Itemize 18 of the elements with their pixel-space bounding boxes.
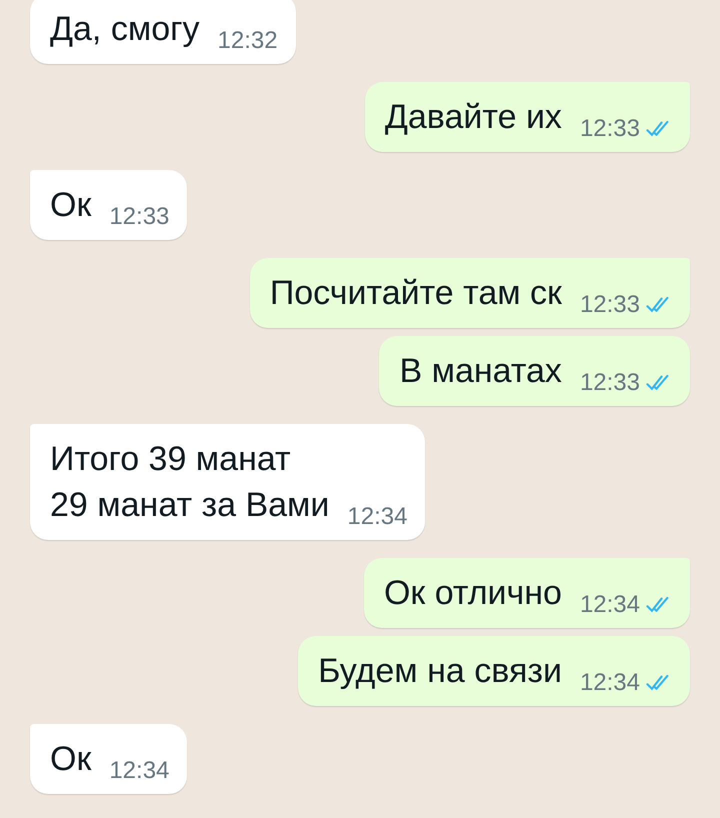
message-text: Будем на связи [318, 651, 562, 692]
message-text: Давайте их [384, 97, 562, 138]
message-time: 12:34 [580, 668, 640, 698]
message-text: В манатах [399, 351, 562, 392]
message-time: 12:32 [218, 26, 278, 56]
message-time: 12:34 [109, 756, 170, 786]
message-time: 12:33 [109, 202, 170, 232]
message-time: 12:33 [580, 114, 640, 144]
message-time: 12:34 [580, 590, 640, 620]
message-time: 12:33 [580, 368, 640, 398]
message-text: Да, смогу [50, 9, 200, 50]
message-text: Посчитайте там ск [270, 273, 562, 314]
message-text: Ок [50, 185, 92, 226]
message-time: 12:34 [347, 502, 408, 532]
message-time: 12:33 [580, 290, 640, 320]
message-text: Итого 39 манат 29 манат за Вами [50, 439, 330, 526]
message-text: Ок отлично [384, 573, 562, 614]
message-text: Ок [50, 739, 92, 780]
